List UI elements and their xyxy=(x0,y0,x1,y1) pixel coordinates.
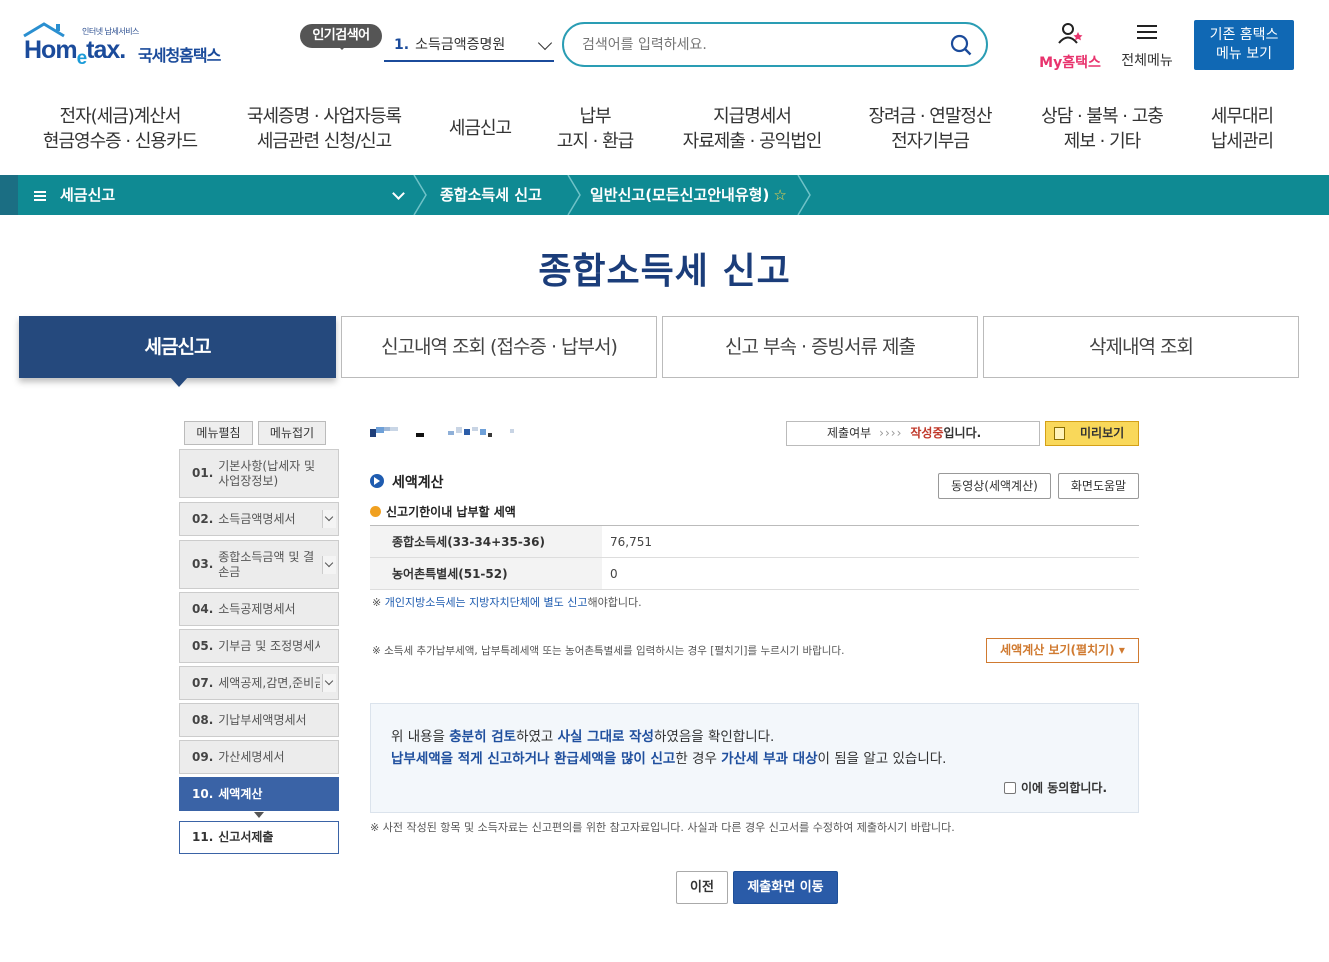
section-title: 세액계산 xyxy=(370,472,444,492)
rural-tax-value: 0 xyxy=(610,567,618,581)
left-menu-item-basic-info[interactable]: 01. 기본사항(납세자 및 사업장정보) xyxy=(179,449,339,498)
status-badge: 작성중 xyxy=(910,426,944,440)
chevron-down-icon[interactable] xyxy=(392,187,405,200)
left-menu-item-tax-calculation[interactable]: 10. 세액계산 xyxy=(179,777,339,818)
logo-korean: 국세청홈택스 xyxy=(138,46,221,65)
gnb-item-tax-filing[interactable]: 세금신고 xyxy=(430,116,530,141)
search-box xyxy=(562,22,988,67)
checkbox-icon[interactable] xyxy=(1004,782,1016,794)
gnb-item-certificate[interactable]: 국세증명 · 사업자등록 세금관련 신청/신고 xyxy=(234,104,414,154)
left-menu-item-income-statement[interactable]: 02. 소득금액명세서 xyxy=(179,502,339,536)
popular-search-select[interactable]: 1. 소득금액증명원 xyxy=(384,28,554,62)
table-row: 농어촌특별세(51-52) 0 xyxy=(370,558,1139,590)
hometax-logo[interactable]: 인터넷 납세서비스 Hometax. 국세청홈택스 xyxy=(20,22,240,72)
hamburger-icon xyxy=(1137,25,1157,39)
breadcrumb-separator xyxy=(413,175,427,215)
agree-checkbox[interactable]: 이에 동의합니다. xyxy=(1004,779,1107,796)
popular-rank: 1. xyxy=(394,37,410,53)
gnb-item-payment[interactable]: 납부 고지 · 환급 xyxy=(545,104,645,154)
popular-term: 소득금액증명원 xyxy=(415,37,506,53)
gnb-item-e-invoice[interactable]: 전자(세금)계산서 현금영수증 · 신용카드 xyxy=(30,104,210,154)
redacted-taxpayer-name xyxy=(370,427,514,437)
all-menu-label: 전체메뉴 xyxy=(1121,53,1173,69)
search-icon[interactable] xyxy=(950,34,972,56)
chevron-down-icon[interactable] xyxy=(322,555,336,574)
menu-expand-button[interactable]: 메뉴펼침 xyxy=(184,421,253,445)
submit-status: 제출여부 ›››› 작성중입니다. xyxy=(786,421,1040,446)
menu-collapse-button[interactable]: 메뉴접기 xyxy=(258,421,326,445)
left-menu-item-total-income[interactable]: 03. 종합소득금액 및 결손금 xyxy=(179,540,339,589)
gnb-item-consult[interactable]: 상담 · 불복 · 고충 제보 · 기타 xyxy=(1024,104,1180,154)
page-title: 종합소득세 신고 xyxy=(538,251,791,292)
preview-button[interactable]: 미리보기 xyxy=(1045,421,1139,446)
star-icon[interactable]: ☆ xyxy=(773,186,786,204)
user-icon xyxy=(1058,23,1083,44)
header: 인터넷 납세서비스 Hometax. 국세청홈택스 인기검색어 1. 소득금액증명… xyxy=(0,0,1329,90)
footnote: ※ 사전 작성된 항목 및 소득자료는 신고편의를 위한 참고자료입니다. 사실… xyxy=(370,821,955,834)
expand-note: ※ 소득세 추가납부세액, 납부특례세액 또는 농어촌특별세를 입력하시는 경우… xyxy=(372,645,845,657)
confirmation-box: 위 내용을 충분히 검토하였고 사실 그대로 작성하였음을 확인합니다. 납부세… xyxy=(370,703,1139,813)
left-menu-item-income-deduction[interactable]: 04. 소득공제명세서 xyxy=(179,592,339,626)
global-nav: 전자(세금)계산서 현금영수증 · 신용카드 국세증명 · 사업자등록 세금관련 신… xyxy=(0,90,1329,175)
old-hometax-menu-button[interactable]: 기존 홈택스 메뉴 보기 xyxy=(1194,20,1294,70)
left-menu-item-prepaid-tax[interactable]: 08. 기납부세액명세서 xyxy=(179,703,339,737)
chevron-down-icon[interactable] xyxy=(322,674,336,692)
prev-button[interactable]: 이전 xyxy=(676,871,728,904)
logo-brand: Hometax. xyxy=(24,36,126,69)
tab-attachments[interactable]: 신고 부속 · 증빙서류 제출 xyxy=(662,316,978,378)
go-submit-button[interactable]: 제출화면 이동 xyxy=(733,871,838,904)
gnb-item-payment-statement[interactable]: 지급명세서 자료제출 · 공익법인 xyxy=(662,104,842,154)
location-menu[interactable]: 세금신고 xyxy=(34,175,115,215)
play-circle-icon xyxy=(370,474,384,488)
tax-calc-expand-button[interactable]: 세액계산 보기(펼치기) ▾ xyxy=(986,638,1139,663)
left-menu-item-tax-credit[interactable]: 07. 세액공제,감면,준비금 xyxy=(179,666,339,700)
tab-deleted-history[interactable]: 삭제내역 조회 xyxy=(983,316,1299,378)
table-row: 종합소득세(33-34+35-36) 76,751 xyxy=(370,526,1139,558)
left-menu-item-submit[interactable]: 11. 신고서제출 xyxy=(179,821,339,854)
left-menu-item-penalty-tax[interactable]: 09. 가산세명세서 xyxy=(179,740,339,774)
my-hometax-label: My홈택스 xyxy=(1039,55,1101,71)
menu-icon xyxy=(34,191,46,201)
bullet-icon xyxy=(370,506,381,517)
sub-title: 신고기한이내 납부할 세액 xyxy=(370,503,516,520)
chevron-down-icon[interactable] xyxy=(322,510,336,528)
breadcrumb-item-income-tax[interactable]: 종합소득세 신고 xyxy=(440,175,542,215)
gnb-item-incentive[interactable]: 장려금 · 연말정산 전자기부금 xyxy=(852,104,1008,154)
breadcrumb-separator xyxy=(797,175,811,215)
gnb-item-tax-agent[interactable]: 세무대리 납세관리 xyxy=(1192,104,1292,154)
breadcrumb-item-general-filing[interactable]: 일반신고(모든신고안내유형) ☆ xyxy=(590,175,787,215)
location-bar: 세금신고 종합소득세 신고 일반신고(모든신고안내유형) ☆ xyxy=(0,175,1329,215)
search-input[interactable] xyxy=(582,32,942,58)
local-tax-note: ※ 개인지방소득세는 지방자치단체에 별도 신고해야합니다. xyxy=(372,596,642,609)
tax-table: 종합소득세(33-34+35-36) 76,751 농어촌특별세(51-52) … xyxy=(370,525,1139,590)
chevron-down-icon xyxy=(537,35,553,51)
tab-filing-history[interactable]: 신고내역 조회 (접수증 · 납부서) xyxy=(341,316,657,378)
document-icon xyxy=(1054,427,1065,440)
all-menu-button[interactable]: 전체메뉴 xyxy=(1114,22,1180,70)
my-hometax-link[interactable]: My홈택스 xyxy=(1034,22,1106,72)
income-tax-value: 76,751 xyxy=(610,535,652,549)
video-guide-button[interactable]: 동영상(세액계산) xyxy=(938,473,1051,499)
tab-tax-filing[interactable]: 세금신고 xyxy=(19,316,336,387)
left-menu-item-donation[interactable]: 05. 기부금 및 조정명세서 xyxy=(179,629,339,663)
popular-search-badge: 인기검색어 xyxy=(300,24,382,50)
breadcrumb-separator xyxy=(567,175,581,215)
screen-help-button[interactable]: 화면도움말 xyxy=(1058,473,1139,499)
